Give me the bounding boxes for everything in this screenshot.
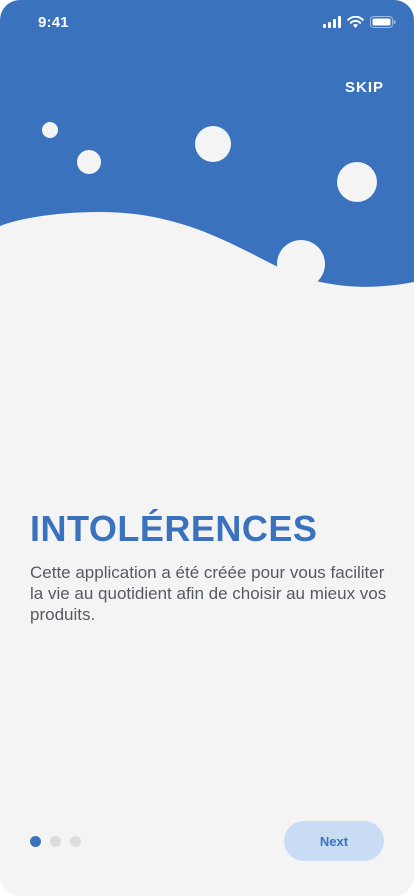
status-time: 9:41 — [38, 14, 69, 31]
signal-icon — [323, 16, 341, 28]
bubble-decoration — [195, 126, 231, 162]
bubble-decoration — [277, 240, 325, 288]
next-button[interactable]: Next — [284, 821, 384, 861]
pagination-dot[interactable] — [50, 836, 61, 847]
onboarding-title: INTOLÉRENCES — [30, 508, 318, 549]
skip-button[interactable]: SKIP — [345, 79, 384, 96]
bubble-decoration — [337, 162, 377, 202]
onboarding-screen: 9:41 SKIP INTOLÉRENCES Cette application… — [0, 0, 414, 896]
pagination-dot-active[interactable] — [30, 836, 41, 847]
battery-icon — [370, 16, 396, 28]
bubble-decoration — [42, 122, 58, 138]
status-icons — [323, 16, 396, 28]
onboarding-description: Cette application a été créée pour vous … — [30, 563, 387, 624]
pagination-dot[interactable] — [70, 836, 81, 847]
header-wave-background — [0, 0, 414, 288]
wifi-icon — [347, 16, 364, 28]
pagination-dots — [30, 836, 81, 847]
bubble-decoration — [77, 150, 101, 174]
